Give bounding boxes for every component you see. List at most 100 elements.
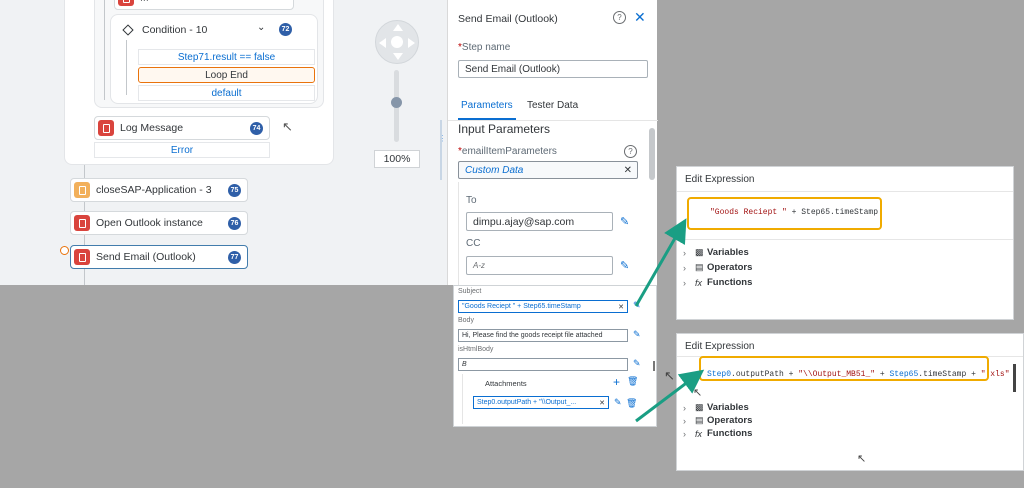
- close-icon[interactable]: ✕: [634, 9, 646, 26]
- mouse-cursor-icon: ↖: [664, 368, 675, 383]
- subject-input[interactable]: "Goods Reciept " + Step65.timeStamp ✕: [458, 300, 628, 313]
- highlight-box: [699, 356, 989, 381]
- is-html-body-input[interactable]: B: [458, 358, 628, 371]
- attachment-input[interactable]: Step0.outputPath + "\\Output_... ✕: [473, 396, 609, 409]
- editor-scrollbar[interactable]: [1013, 364, 1016, 392]
- pan-control[interactable]: [375, 20, 419, 64]
- dialog-title: Edit Expression: [685, 174, 755, 185]
- editor-separator: [677, 239, 1013, 240]
- workflow-canvas[interactable]: ... Condition - 10 ⌄ 72 Step71.result ==…: [0, 0, 450, 285]
- clear-token-icon[interactable]: ✕: [618, 303, 624, 311]
- chevron-right-icon: ›: [683, 415, 686, 426]
- step-number-badge: 72: [279, 23, 292, 36]
- tree-item-operators[interactable]: › ▤ Operators: [683, 414, 752, 427]
- clear-token-icon[interactable]: ✕: [624, 165, 632, 176]
- body-input[interactable]: Hi, Please find the goods receipt file a…: [458, 329, 628, 342]
- to-input[interactable]: dimpu.ajay@sap.com: [466, 212, 613, 231]
- function-icon: fx: [695, 277, 703, 288]
- zoom-level-label: 100%: [374, 150, 420, 168]
- close-sap-application-node[interactable]: closeSAP-Application - 3 75: [70, 178, 248, 202]
- function-icon: fx: [695, 428, 703, 439]
- zoom-slider-handle[interactable]: [391, 97, 402, 109]
- edit-expression-icon[interactable]: ✎: [614, 397, 622, 408]
- expression-tree: › ▩ Variables › ▤ Operators › fx Functions: [683, 245, 752, 290]
- edit-expression-dialog-attachment: Edit Expression Step0.outputPath + "\\Ou…: [676, 333, 1024, 471]
- chevron-right-icon: ›: [683, 262, 686, 273]
- branch-default[interactable]: default: [138, 85, 315, 101]
- dialog-title: Edit Expression: [685, 341, 755, 352]
- custom-data-token-field[interactable]: Custom Data ✕: [458, 161, 638, 179]
- attachments-label: Attachments: [485, 379, 527, 388]
- condition-label: Condition - 10: [142, 24, 208, 36]
- tree-item-variables[interactable]: › ▩ Variables: [683, 401, 752, 414]
- pan-right-icon[interactable]: [408, 38, 415, 48]
- step-name-input[interactable]: Send Email (Outlook): [458, 60, 648, 78]
- connector-handle[interactable]: [60, 246, 69, 255]
- activity-icon: [74, 182, 90, 198]
- step-number-badge: 77: [228, 251, 241, 264]
- help-icon[interactable]: ?: [624, 145, 637, 158]
- tab-tester-data[interactable]: Tester Data: [527, 100, 578, 111]
- log-message-node[interactable]: Log Message 74: [94, 116, 270, 140]
- send-email-node[interactable]: Send Email (Outlook) 77: [70, 245, 248, 269]
- loop-end-node[interactable]: Loop End: [138, 67, 315, 83]
- chevron-right-icon: ›: [683, 402, 686, 413]
- edit-expression-icon[interactable]: ✎: [633, 329, 641, 340]
- splitter-bar: [440, 120, 442, 180]
- expression-tree: › ▩ Variables › ▤ Operators › fx Functions: [683, 401, 752, 440]
- clear-token-icon[interactable]: ✕: [599, 399, 605, 407]
- is-html-body-label: isHtmlBody: [458, 346, 494, 353]
- tree-item-functions[interactable]: › fx Functions: [683, 275, 752, 290]
- delete-icon[interactable]: 🗑: [627, 376, 638, 387]
- add-icon[interactable]: +: [613, 375, 620, 389]
- diamond-icon: [122, 24, 134, 36]
- cursor-pointer-icon: ↖: [282, 119, 293, 134]
- error-branch-link[interactable]: Error: [94, 142, 270, 158]
- delete-icon[interactable]: 🗑: [626, 398, 637, 409]
- edit-expression-icon[interactable]: ✎: [620, 259, 629, 272]
- chevron-right-icon: ›: [683, 247, 686, 258]
- panel-scrollbar[interactable]: [649, 128, 655, 180]
- pan-center-icon[interactable]: [391, 36, 403, 48]
- pan-up-icon[interactable]: [393, 24, 403, 31]
- mouse-cursor-icon: ↖: [857, 453, 867, 465]
- tab-parameters[interactable]: Parameters: [461, 100, 513, 111]
- pan-down-icon[interactable]: [393, 53, 403, 60]
- connector-line: [126, 40, 127, 95]
- cc-input[interactable]: A-z: [466, 256, 613, 275]
- zoom-slider[interactable]: [391, 70, 402, 142]
- connector-line: [104, 0, 105, 100]
- highlight-box: [687, 197, 882, 230]
- tree-item-operators[interactable]: › ▤ Operators: [683, 260, 752, 275]
- input-parameters-heading: Input Parameters: [458, 122, 551, 136]
- condition-header[interactable]: Condition - 10 ⌄ 72: [122, 22, 312, 38]
- step-number-badge: 74: [250, 122, 263, 135]
- operator-icon: ▤: [695, 262, 704, 272]
- to-label: To: [466, 195, 477, 206]
- attachments-section: Attachments + 🗑 Step0.outputPath + "\\Ou…: [462, 374, 638, 424]
- activity-icon: [74, 215, 90, 231]
- chevron-right-icon: ›: [683, 277, 686, 288]
- step-number-badge: 75: [228, 184, 241, 197]
- mouse-cursor-icon: ↖: [693, 387, 703, 399]
- help-icon[interactable]: ?: [613, 11, 626, 24]
- pan-left-icon[interactable]: [379, 38, 386, 48]
- activity-icon: [74, 249, 90, 265]
- variable-icon: ▩: [695, 247, 704, 257]
- operator-icon: ▤: [695, 415, 704, 425]
- chevron-down-icon[interactable]: ⌄: [257, 22, 265, 33]
- branch-step71-false[interactable]: Step71.result == false: [138, 49, 315, 65]
- edit-expression-icon[interactable]: ✎: [620, 215, 629, 228]
- step-number-badge: 76: [228, 217, 241, 230]
- edit-expression-icon[interactable]: ✎: [633, 358, 641, 369]
- tree-item-variables[interactable]: › ▩ Variables: [683, 245, 752, 260]
- chevron-right-icon: ›: [683, 428, 686, 439]
- edit-expression-dialog-subject: Edit Expression "Goods Reciept " + Step6…: [676, 166, 1014, 320]
- edit-expression-icon[interactable]: ✎: [633, 300, 641, 311]
- truncated-node[interactable]: ...: [114, 0, 294, 10]
- open-outlook-node[interactable]: Open Outlook instance 76: [70, 211, 248, 235]
- email-item-parameters-label: *emailItemParameters: [458, 146, 557, 157]
- tree-item-functions[interactable]: › fx Functions: [683, 427, 752, 440]
- variable-icon: ▩: [695, 402, 704, 412]
- properties-panel: Send Email (Outlook) ? ✕ *Step name Send…: [447, 0, 658, 287]
